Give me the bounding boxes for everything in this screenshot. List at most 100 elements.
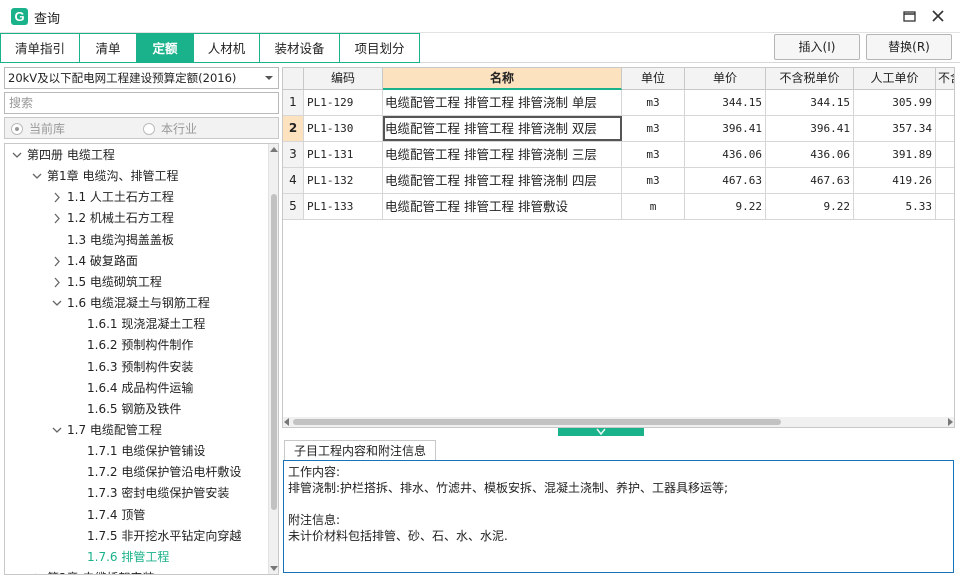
header-code[interactable]: 编码: [304, 68, 383, 89]
scroll-down-icon[interactable]: [270, 566, 278, 571]
search-input[interactable]: [4, 92, 279, 114]
scroll-thumb[interactable]: [293, 419, 781, 425]
expand-down-icon[interactable]: [31, 166, 43, 187]
cell-unit[interactable]: m3: [622, 168, 685, 193]
table-row[interactable]: 1 PL1-129 电缆配管工程 排管工程 排管浇制 单层 m3 344.15 344.1…: [283, 90, 954, 116]
app-logo-icon: G: [11, 8, 28, 25]
cell-price[interactable]: 436.06: [685, 142, 766, 167]
cell-name[interactable]: 电缆配管工程 排管工程 排管浇制 单层: [383, 90, 622, 115]
table-row[interactable]: 4 PL1-132 电缆配管工程 排管工程 排管浇制 四层 m3 467.63 467.6…: [283, 168, 954, 194]
header-unit[interactable]: 单位: [622, 68, 685, 89]
expand-right-icon[interactable]: [51, 208, 63, 229]
cell-code[interactable]: PL1-131: [304, 142, 383, 167]
cell-price-ex-tax[interactable]: 467.63: [766, 168, 854, 193]
expand-down-icon[interactable]: [11, 145, 23, 166]
tree-scrollbar[interactable]: [268, 144, 278, 574]
cell-price[interactable]: 344.15: [685, 90, 766, 115]
tree-node-label: 1.4 破复路面: [67, 253, 138, 268]
cell-price[interactable]: 396.41: [685, 116, 766, 141]
tab-labor-material-machine[interactable]: 人材机: [194, 33, 260, 63]
scroll-thumb[interactable]: [271, 194, 277, 510]
tab-bill-guide[interactable]: 清单指引: [0, 33, 80, 63]
table-row[interactable]: 3 PL1-131 电缆配管工程 排管工程 排管浇制 三层 m3 436.06 436.0…: [283, 142, 954, 168]
tree-node-label: 第1章 电缆沟、排管工程: [47, 169, 179, 184]
cell-more[interactable]: [936, 194, 954, 219]
cell-more[interactable]: [936, 142, 954, 167]
radio-industry-label: 本行业: [161, 122, 198, 136]
scroll-right-icon[interactable]: [948, 418, 953, 426]
cell-code[interactable]: PL1-133: [304, 194, 383, 219]
table-row[interactable]: 5 PL1-133 电缆配管工程 排管工程 排管敷设 m 9.22 9.22 5.33: [283, 194, 954, 220]
cell-labor-price[interactable]: 5.33: [854, 194, 936, 219]
cell-price-ex-tax[interactable]: 9.22: [766, 194, 854, 219]
cell-name[interactable]: 电缆配管工程 排管工程 排管敷设: [383, 194, 622, 219]
cell-name[interactable]: 电缆配管工程 排管工程 排管浇制 四层: [383, 168, 622, 193]
cell-name[interactable]: 电缆配管工程 排管工程 排管浇制 双层: [383, 116, 622, 141]
row-index[interactable]: 5: [283, 194, 304, 219]
header-index: [283, 68, 304, 89]
table-horizontal-scrollbar[interactable]: [283, 417, 954, 427]
cell-unit[interactable]: m3: [622, 90, 685, 115]
tree-node-label: 1.3 电缆沟揭盖盖板: [67, 232, 174, 247]
tab-quota[interactable]: 定额: [137, 33, 194, 63]
cell-price[interactable]: 9.22: [685, 194, 766, 219]
cell-price[interactable]: 467.63: [685, 168, 766, 193]
tab-equipment[interactable]: 装材设备: [260, 33, 340, 63]
cell-code[interactable]: PL1-132: [304, 168, 383, 193]
expand-right-icon[interactable]: [51, 187, 63, 208]
tree-node-label: 1.7.5 非开挖水平钻定向穿越: [87, 528, 242, 543]
cell-code[interactable]: PL1-129: [304, 90, 383, 115]
header-more[interactable]: 不含: [936, 68, 954, 89]
expand-right-icon[interactable]: [31, 568, 43, 575]
tree-node-label: 第2章 电缆桥架安装: [47, 568, 154, 574]
tab-bill[interactable]: 清单: [80, 33, 137, 63]
cell-price-ex-tax[interactable]: 396.41: [766, 116, 854, 141]
cell-price-ex-tax[interactable]: 436.06: [766, 142, 854, 167]
cell-labor-price[interactable]: 391.89: [854, 142, 936, 167]
library-select[interactable]: 20kV及以下配电网工程建设预算定额(2016): [4, 67, 279, 89]
cell-more[interactable]: [936, 168, 954, 193]
cell-unit[interactable]: m3: [622, 142, 685, 167]
cell-more[interactable]: [936, 90, 954, 115]
cell-unit[interactable]: m: [622, 194, 685, 219]
cell-name[interactable]: 电缆配管工程 排管工程 排管浇制 三层: [383, 142, 622, 167]
cell-labor-price[interactable]: 357.34: [854, 116, 936, 141]
table-row[interactable]: 2 PL1-130 电缆配管工程 排管工程 排管浇制 双层 m3 396.41 396.4…: [283, 116, 954, 142]
tree-node-label: 1.6.3 预制构件安装: [87, 359, 194, 374]
row-index[interactable]: 2: [283, 116, 304, 141]
close-button[interactable]: [926, 4, 950, 28]
expand-right-icon[interactable]: [51, 251, 63, 272]
maximize-button[interactable]: [897, 4, 921, 28]
cell-labor-price[interactable]: 305.99: [854, 90, 936, 115]
cell-price-ex-tax[interactable]: 344.15: [766, 90, 854, 115]
row-index[interactable]: 1: [283, 90, 304, 115]
expand-down-icon[interactable]: [51, 293, 63, 314]
header-price[interactable]: 单价: [685, 68, 766, 89]
tree-node-label: 1.7.1 电缆保护管铺设: [87, 444, 206, 459]
library-select-value: 20kV及以下配电网工程建设预算定额(2016): [8, 71, 237, 85]
tab-project-division[interactable]: 项目划分: [340, 33, 420, 63]
expand-down-icon[interactable]: [51, 420, 63, 441]
header-price-ex-tax[interactable]: 不含税单价: [766, 68, 854, 89]
replace-button[interactable]: 替换(R): [866, 34, 952, 60]
tree-node-label: 1.5 电缆砌筑工程: [67, 274, 162, 289]
row-index[interactable]: 3: [283, 142, 304, 167]
radio-industry[interactable]: 本行业: [143, 122, 197, 136]
insert-button[interactable]: 插入(I): [774, 34, 860, 60]
header-labor-price[interactable]: 人工单价: [854, 68, 936, 89]
radio-dot-icon: [11, 123, 23, 135]
cell-code[interactable]: PL1-130: [304, 116, 383, 141]
cell-labor-price[interactable]: 419.26: [854, 168, 936, 193]
scroll-left-icon[interactable]: [284, 418, 289, 426]
cell-more[interactable]: [936, 116, 954, 141]
radio-current-library[interactable]: 当前库: [11, 122, 65, 136]
expand-right-icon[interactable]: [51, 272, 63, 293]
scroll-up-icon[interactable]: [270, 147, 278, 152]
work-content-label: 工作内容:: [288, 465, 341, 479]
header-name[interactable]: 名称: [383, 68, 622, 90]
title-bar: G 查询: [0, 0, 960, 33]
row-index[interactable]: 4: [283, 168, 304, 193]
panel-splitter[interactable]: [558, 428, 644, 436]
tab-item-content-notes[interactable]: 子目工程内容和附注信息: [284, 440, 436, 461]
cell-unit[interactable]: m3: [622, 116, 685, 141]
